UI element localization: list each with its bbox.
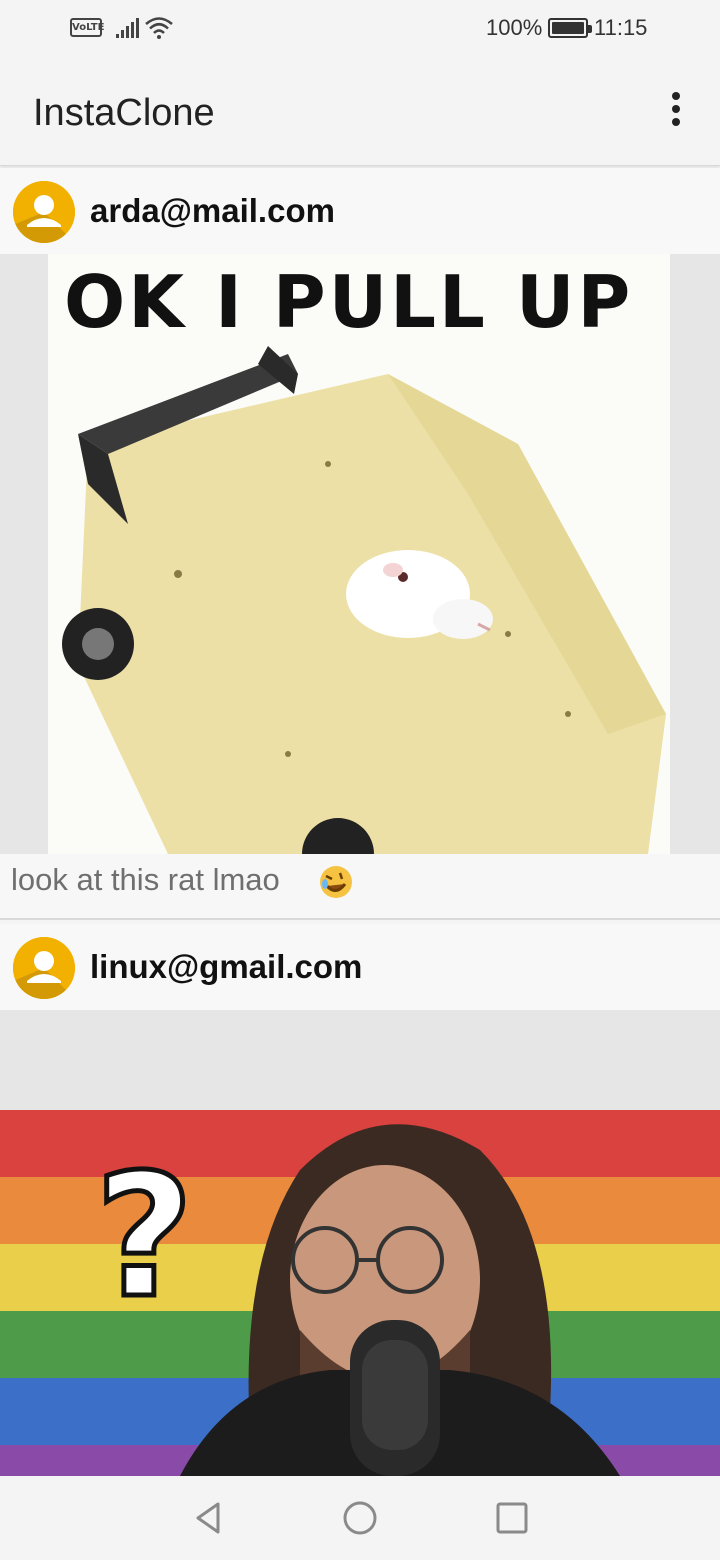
avatar[interactable] bbox=[13, 181, 75, 243]
app-bar: InstaClone bbox=[0, 56, 720, 166]
meme-image: ? bbox=[0, 1110, 720, 1476]
volte-icon: VoLTE bbox=[70, 18, 104, 37]
post-author[interactable]: arda@mail.com bbox=[90, 192, 335, 230]
post-header: arda@mail.com bbox=[0, 168, 720, 254]
avatar[interactable] bbox=[13, 937, 75, 999]
post-author[interactable]: linux@gmail.com bbox=[90, 948, 362, 986]
streamer-photo: ? bbox=[93, 1124, 620, 1476]
meme-image: OK I PULL UP bbox=[48, 254, 670, 854]
battery-icon bbox=[548, 18, 592, 38]
post-image[interactable]: OK I PULL UP bbox=[0, 254, 720, 854]
signal-icon bbox=[116, 18, 139, 38]
battery-percent: 100% bbox=[486, 15, 543, 40]
post-caption: look at this rat lmao bbox=[11, 862, 280, 897]
user-placeholder-icon bbox=[13, 181, 75, 243]
navigation-bar bbox=[0, 1476, 720, 1560]
back-icon[interactable] bbox=[188, 1498, 228, 1538]
home-icon[interactable] bbox=[340, 1498, 380, 1538]
wifi-icon bbox=[145, 17, 173, 39]
more-vert-icon[interactable] bbox=[662, 92, 690, 132]
svg-text:?: ? bbox=[95, 1138, 194, 1336]
recents-icon[interactable] bbox=[492, 1498, 532, 1538]
cheese-car-illustration bbox=[62, 346, 666, 854]
app-title: InstaClone bbox=[33, 92, 215, 134]
meme-caption-text: OK I PULL UP bbox=[64, 260, 634, 344]
post-caption-row: look at this rat lmao bbox=[0, 854, 720, 920]
status-bar: VoLTE 100% 11:15 bbox=[0, 0, 720, 56]
post-image[interactable]: ? bbox=[0, 1010, 720, 1476]
clock: 11:15 bbox=[594, 15, 648, 40]
user-placeholder-icon bbox=[13, 937, 75, 999]
post-header: linux@gmail.com bbox=[0, 924, 720, 1010]
rolling-on-floor-laughing-icon bbox=[320, 866, 352, 898]
